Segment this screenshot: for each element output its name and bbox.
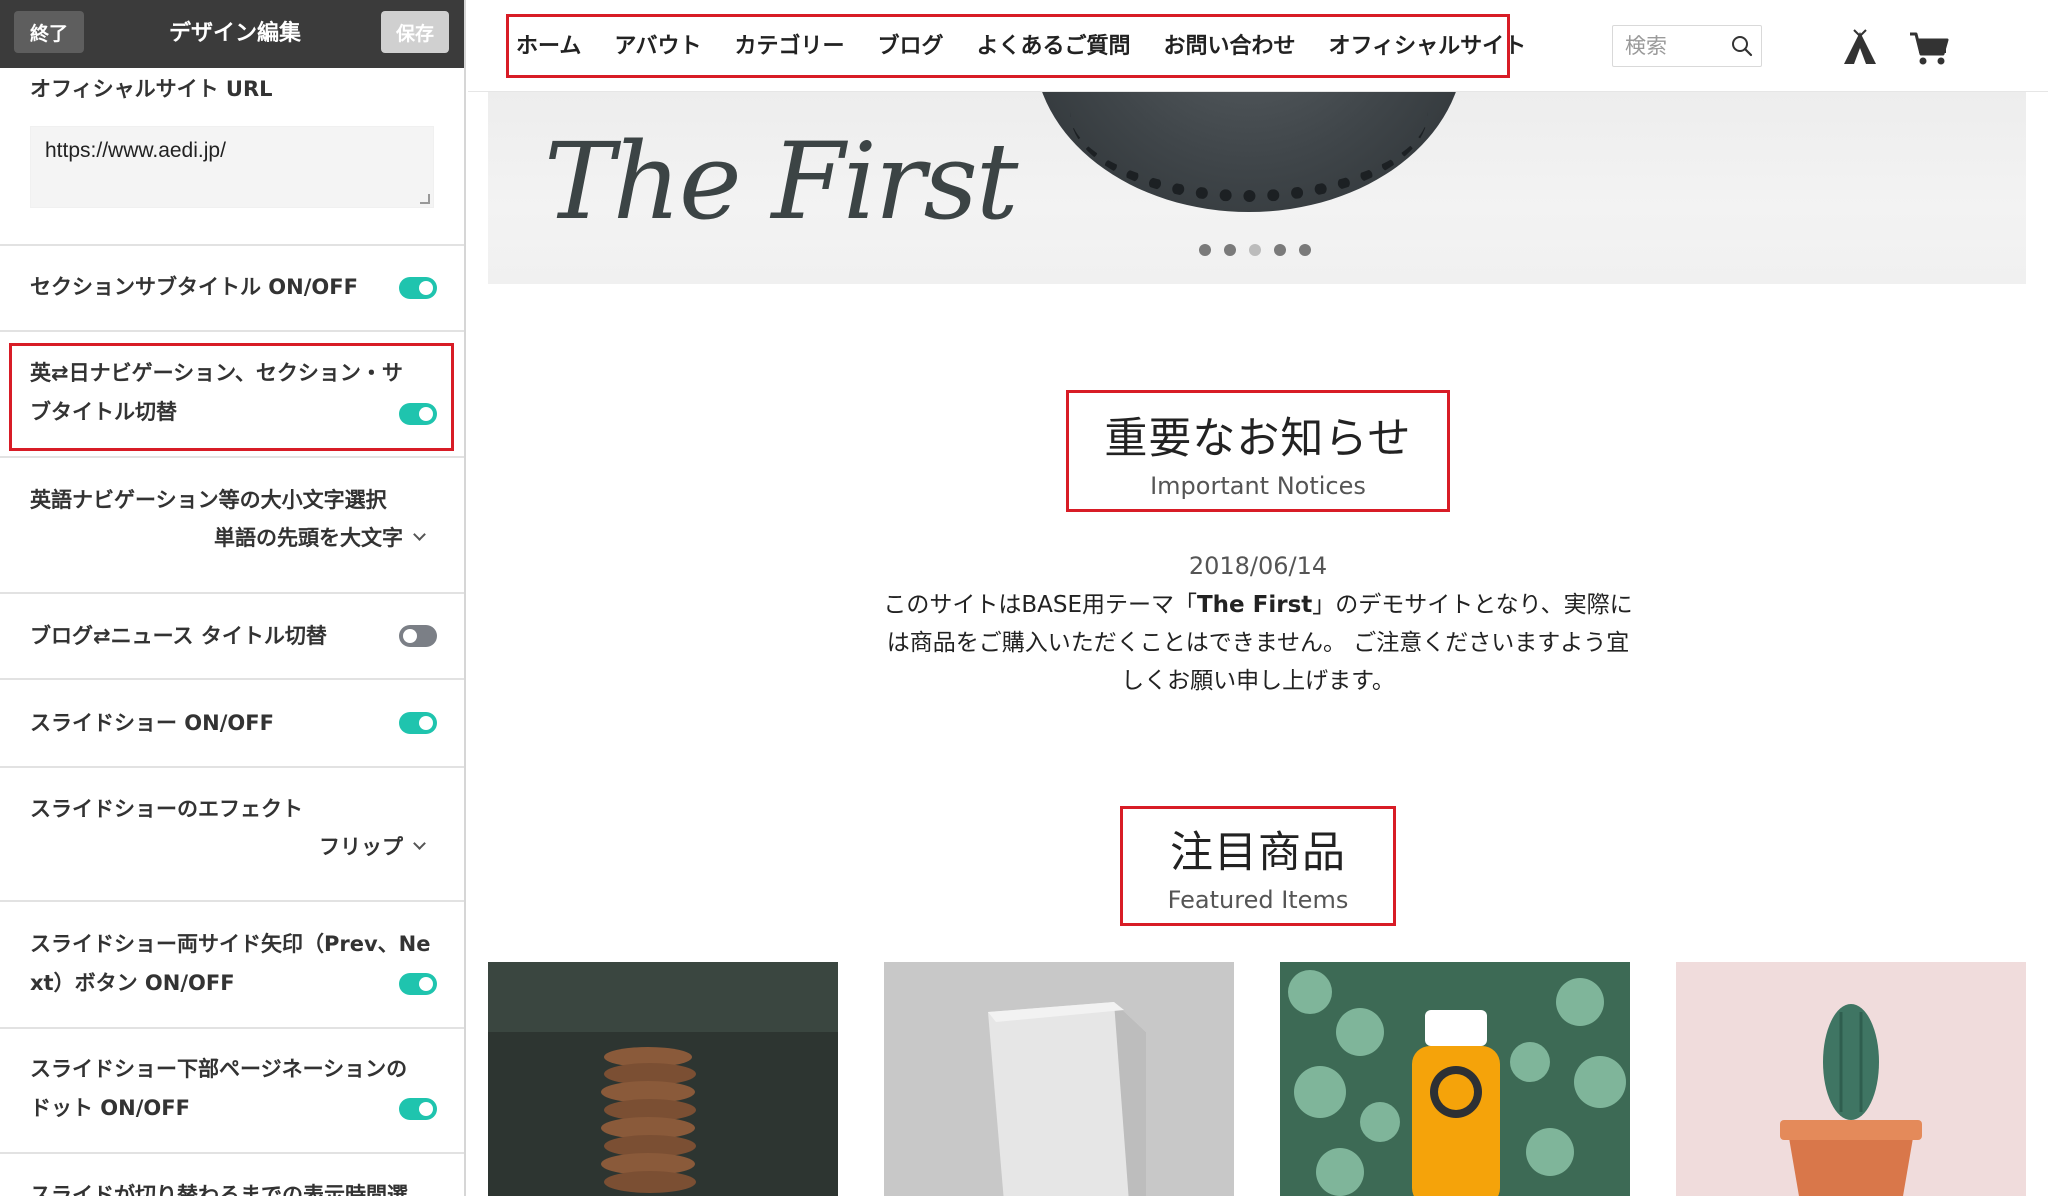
setting-arrows-label-line1: スライドショー両サイド矢印（Prev、Ne	[30, 932, 431, 956]
official-url-label: オフィシャルサイト URL	[30, 77, 273, 101]
pagination-dot[interactable]	[1274, 244, 1286, 256]
setting-display-time-label: スライドが切り替わるまでの表示時間選	[30, 1183, 408, 1196]
site-preview: ホーム アバウト カテゴリー ブログ よくあるご質問 お問い合わせ オフィシャル…	[468, 0, 2048, 1196]
case-select-value: 単語の先頭を大文字	[214, 526, 403, 550]
product-image-book[interactable]	[884, 962, 1234, 1196]
book-illustration	[884, 962, 1234, 1196]
chevron-down-icon	[413, 836, 426, 850]
blog-news-toggle[interactable]	[399, 625, 437, 647]
highlight-box-lang-switch	[9, 343, 454, 451]
editor-header: 終了 デザイン編集 保存	[0, 0, 464, 68]
toggle-knob	[419, 281, 433, 295]
official-url-field[interactable]: https://www.aedi.jp/	[30, 126, 434, 208]
notice-body-bold: The First	[1196, 592, 1313, 618]
editor-title: デザイン編集	[168, 21, 301, 46]
highlight-box-nav	[506, 14, 1510, 78]
case-select[interactable]: 単語の先頭を大文字	[214, 522, 426, 552]
setting-effect-label: スライドショーのエフェクト	[30, 797, 303, 821]
divider	[0, 1027, 464, 1029]
divider	[0, 592, 464, 594]
section-subtitle-toggle[interactable]	[399, 277, 437, 299]
save-button[interactable]: 保存	[381, 11, 449, 53]
divider	[0, 678, 464, 680]
dots-toggle[interactable]	[399, 1098, 437, 1120]
setting-dots-label-line1: スライドショー下部ページネーションの	[30, 1057, 408, 1081]
hero-logo-text: The First	[544, 120, 1019, 243]
notice-body: このサイトはBASE用テーマ「The First」のデモサイトとなり、実際には商…	[878, 586, 1638, 700]
product-image-juice[interactable]	[1280, 962, 1630, 1196]
toggle-knob	[419, 716, 433, 730]
pagination-dot[interactable]	[1299, 244, 1311, 256]
divider	[0, 456, 464, 458]
setting-case-label: 英語ナビゲーション等の大小文字選択	[30, 488, 387, 512]
divider	[0, 900, 464, 902]
arrows-toggle[interactable]	[399, 973, 437, 995]
product-image-cookies[interactable]	[488, 962, 838, 1196]
toggle-knob	[419, 1102, 433, 1116]
search-box	[1612, 25, 1762, 67]
exit-button[interactable]: 終了	[14, 11, 84, 53]
toggle-knob	[419, 977, 433, 991]
setting-section-subtitle-label: セクションサブタイトル ON/OFF	[30, 275, 358, 299]
cart-icon[interactable]	[1908, 28, 1950, 68]
divider	[0, 766, 464, 768]
chevron-down-icon	[413, 527, 426, 541]
effect-select-value: フリップ	[319, 835, 403, 859]
highlight-box-featured	[1120, 806, 1396, 926]
search-input[interactable]	[1613, 26, 1723, 66]
cactus-illustration	[1676, 962, 2026, 1196]
effect-select[interactable]: フリップ	[319, 831, 426, 861]
search-icon[interactable]	[1730, 34, 1754, 58]
juice-illustration	[1280, 962, 1630, 1196]
notice-date: 2018/06/14	[1188, 552, 1328, 580]
design-editor-panel: 終了 デザイン編集 保存 オフィシャルサイト URL https://www.a…	[0, 0, 466, 1196]
notice-body-part1: このサイトはBASE用テーマ「	[883, 592, 1197, 618]
setting-arrows-label-line2: xt）ボタン ON/OFF	[30, 971, 235, 995]
divider	[0, 244, 464, 246]
pagination-dot[interactable]	[1224, 244, 1236, 256]
highlight-box-notices	[1066, 390, 1450, 512]
hero-image-device	[1034, 92, 1464, 212]
site-header: ホーム アバウト カテゴリー ブログ よくあるご質問 お問い合わせ オフィシャル…	[468, 0, 2048, 92]
official-url-value: https://www.aedi.jp/	[45, 139, 226, 162]
toggle-knob	[403, 629, 417, 643]
resize-grip-icon[interactable]	[420, 194, 430, 204]
divider	[0, 330, 464, 332]
divider	[0, 1152, 464, 1154]
pagination-dot[interactable]	[1199, 244, 1211, 256]
setting-dots-label-line2: ドット ON/OFF	[30, 1096, 190, 1120]
slideshow-pagination	[1199, 244, 1311, 256]
hero-slideshow[interactable]: The First	[488, 92, 2026, 284]
setting-slideshow-label: スライドショー ON/OFF	[30, 711, 274, 735]
cookies-illustration	[488, 962, 838, 1196]
pagination-dot-active[interactable]	[1249, 244, 1261, 256]
setting-blog-news-label: ブログ⇄ニュース タイトル切替	[30, 624, 327, 648]
product-image-cactus[interactable]	[1676, 962, 2026, 1196]
slideshow-toggle[interactable]	[399, 712, 437, 734]
tent-icon[interactable]	[1840, 28, 1880, 68]
